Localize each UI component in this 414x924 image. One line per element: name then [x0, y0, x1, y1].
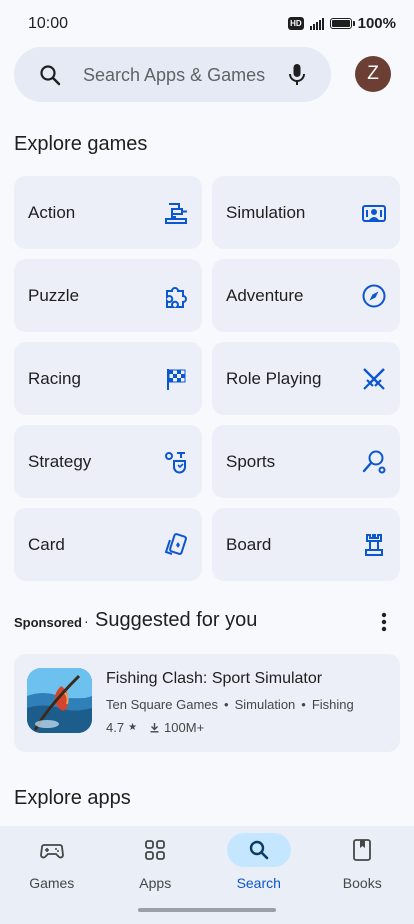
app-icon — [27, 668, 92, 733]
explore-apps-title: Explore apps — [14, 787, 131, 809]
app-card[interactable]: Fishing Clash: Sport Simulator Ten Squar… — [14, 654, 400, 752]
search-icon — [249, 840, 269, 860]
nav-label: Books — [342, 875, 382, 891]
meta-separator: • — [224, 697, 229, 712]
separator-dot: · — [84, 613, 89, 629]
category-board[interactable]: Board — [212, 508, 400, 581]
category-label: Card — [28, 535, 65, 554]
app-name: Fishing Clash: Sport Simulator — [106, 670, 323, 687]
category-label: Board — [226, 535, 272, 554]
star-icon: ★ — [128, 722, 138, 733]
status-time: 10:00 — [28, 15, 69, 32]
category-action[interactable]: Action — [14, 176, 202, 249]
apps-grid-icon — [145, 840, 166, 860]
nav-books[interactable]: Books — [311, 826, 414, 924]
app-downloads: 100M+ — [164, 720, 205, 735]
category-simulation[interactable]: Simulation — [212, 176, 400, 249]
status-bar: 10:00 HD 100% — [0, 0, 414, 48]
battery-icon — [329, 18, 355, 29]
category-label: Simulation — [226, 203, 306, 222]
category-card[interactable]: Card — [14, 508, 202, 581]
app-developer: Ten Square Games — [106, 697, 219, 712]
status-indicators: HD 100% — [288, 15, 396, 32]
cards-icon — [164, 533, 187, 555]
battery-fill — [331, 20, 350, 27]
category-label: Sports — [226, 452, 276, 471]
category-grid: Action Simulation Puzzle Adventure Racin… — [14, 176, 400, 581]
checkered-flag-icon — [167, 369, 186, 390]
sponsored-label: Sponsored — [14, 615, 82, 630]
category-label: Racing — [28, 369, 81, 388]
fishing-scene-icon — [27, 668, 92, 733]
app-meta: Ten Square Games • Simulation • Fishing — [106, 697, 354, 712]
hd-badge: HD — [288, 17, 304, 30]
category-role-playing[interactable]: Role Playing — [212, 342, 400, 415]
app-stats: 4.7 ★ 100M+ — [106, 720, 204, 735]
nav-games[interactable]: Games — [0, 826, 104, 924]
search-bar[interactable]: Search Apps & Games — [14, 47, 331, 102]
category-label: Action — [28, 203, 76, 222]
suggested-title: Suggested for you — [95, 609, 258, 631]
book-icon — [353, 839, 372, 861]
category-adventure[interactable]: Adventure — [212, 259, 400, 332]
category-strategy[interactable]: Strategy — [14, 425, 202, 498]
simulation-icon — [362, 205, 386, 222]
sports-icon — [362, 450, 386, 474]
nav-label: Apps — [139, 875, 172, 891]
nav-label: Games — [29, 875, 75, 891]
nav-label: Search — [236, 875, 281, 891]
puzzle-icon — [166, 287, 187, 308]
meta-separator: • — [301, 697, 306, 712]
avatar[interactable]: Z — [355, 56, 391, 92]
compass-icon — [362, 284, 386, 308]
mic-icon[interactable] — [285, 62, 309, 88]
search-input[interactable]: Search Apps & Games — [83, 65, 265, 86]
gamepad-icon — [39, 844, 64, 859]
download-icon — [150, 723, 159, 733]
crossed-swords-icon — [363, 368, 385, 390]
more-vert-icon[interactable] — [380, 611, 388, 633]
app-rating: 4.7 — [106, 720, 125, 735]
category-sports[interactable]: Sports — [212, 425, 400, 498]
category-racing[interactable]: Racing — [14, 342, 202, 415]
category-puzzle[interactable]: Puzzle — [14, 259, 202, 332]
search-icon — [40, 65, 61, 86]
category-label: Role Playing — [226, 369, 322, 388]
strategy-icon — [165, 452, 186, 474]
app-genre: Fishing — [311, 697, 354, 712]
suggested-header: Sponsored · Suggested for you — [14, 609, 400, 635]
chess-rook-icon — [365, 534, 383, 556]
category-label: Strategy — [28, 452, 92, 471]
explore-games-title: Explore games — [14, 133, 148, 155]
battery-percent: 100% — [357, 15, 396, 32]
app-genre: Simulation — [234, 697, 296, 712]
category-label: Puzzle — [28, 286, 80, 305]
signal-icon — [309, 17, 324, 30]
action-icon — [165, 203, 187, 224]
home-indicator — [138, 908, 276, 912]
category-label: Adventure — [226, 286, 304, 305]
